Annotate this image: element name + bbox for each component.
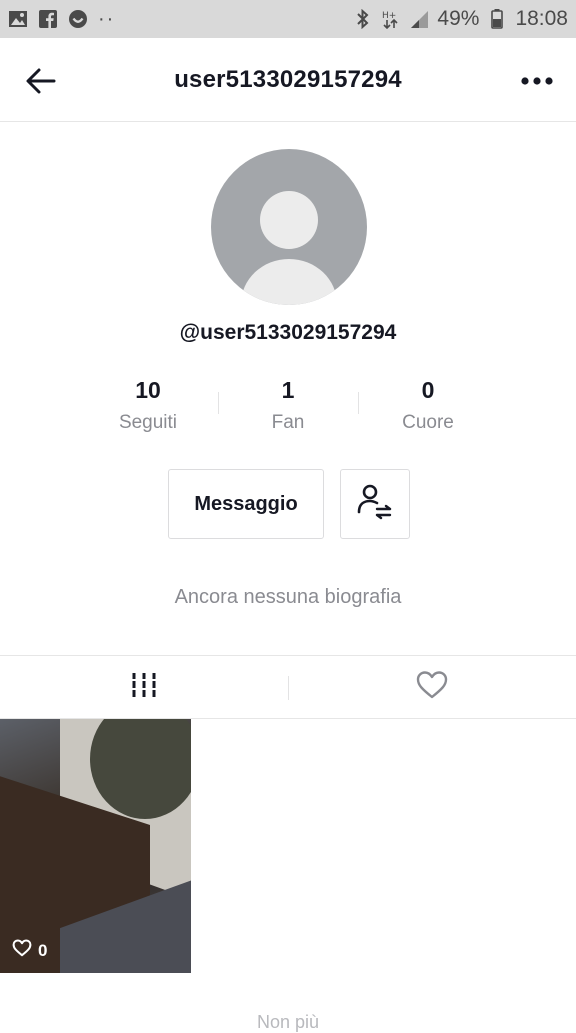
stat-likes: 0 Cuore bbox=[358, 376, 498, 440]
battery-percent: 49% bbox=[437, 7, 480, 30]
stat-likes-value: 0 bbox=[421, 377, 435, 403]
stat-followers-label: Fan bbox=[271, 412, 305, 433]
status-bar: ·· H+ 49% 18:08 bbox=[0, 0, 576, 38]
heart-icon bbox=[12, 939, 32, 962]
stat-followers[interactable]: 1 Fan bbox=[218, 376, 358, 440]
stat-likes-label: Cuore bbox=[402, 412, 454, 433]
status-bar-left: ·· bbox=[8, 8, 115, 31]
tab-videos[interactable] bbox=[0, 656, 288, 718]
more-notifications-icon: ·· bbox=[98, 7, 116, 30]
profile-handle: @user5133029157294 bbox=[179, 321, 397, 344]
avatar[interactable] bbox=[211, 149, 367, 305]
gallery-icon bbox=[8, 9, 28, 29]
stat-divider bbox=[218, 392, 219, 414]
stat-following-label: Seguiti bbox=[118, 412, 178, 433]
message-button[interactable]: Messaggio bbox=[168, 469, 324, 539]
end-of-list-note: Non più bbox=[256, 1012, 320, 1032]
data-icon: H+ bbox=[381, 9, 401, 29]
profile-bio: Ancora nessuna biografia bbox=[174, 586, 402, 608]
more-horizontal-icon[interactable] bbox=[520, 66, 554, 96]
stat-following-value: 10 bbox=[135, 377, 161, 403]
profile-header: user5133029157294 bbox=[0, 38, 576, 122]
stat-followers-value: 1 bbox=[281, 377, 295, 403]
follow-button[interactable] bbox=[340, 469, 410, 539]
tab-liked[interactable] bbox=[288, 656, 576, 718]
heart-outline-icon bbox=[416, 670, 448, 705]
profile-stats: 10 Seguiti 1 Fan 0 Cuore bbox=[78, 376, 498, 440]
battery-icon bbox=[487, 9, 507, 29]
facebook-icon bbox=[38, 9, 58, 29]
stat-divider bbox=[358, 392, 359, 414]
signal-icon bbox=[409, 9, 429, 29]
chat-icon bbox=[68, 9, 88, 29]
videos-grid-icon bbox=[130, 671, 158, 704]
status-bar-right: H+ 49% 18:08 bbox=[353, 7, 568, 31]
video-likes-count: 0 bbox=[38, 940, 48, 960]
video-likes: 0 bbox=[12, 939, 47, 962]
user-switch-icon bbox=[355, 482, 395, 527]
page-title: user5133029157294 bbox=[174, 65, 402, 93]
clock: 18:08 bbox=[515, 7, 568, 30]
avatar-head bbox=[260, 191, 318, 249]
bluetooth-icon bbox=[353, 9, 373, 29]
avatar-body bbox=[241, 259, 337, 305]
stat-following[interactable]: 10 Seguiti bbox=[78, 376, 218, 440]
video-thumbnail[interactable]: 0 bbox=[0, 719, 191, 973]
content-tabs bbox=[0, 655, 576, 719]
arrow-left-icon[interactable] bbox=[24, 64, 58, 98]
